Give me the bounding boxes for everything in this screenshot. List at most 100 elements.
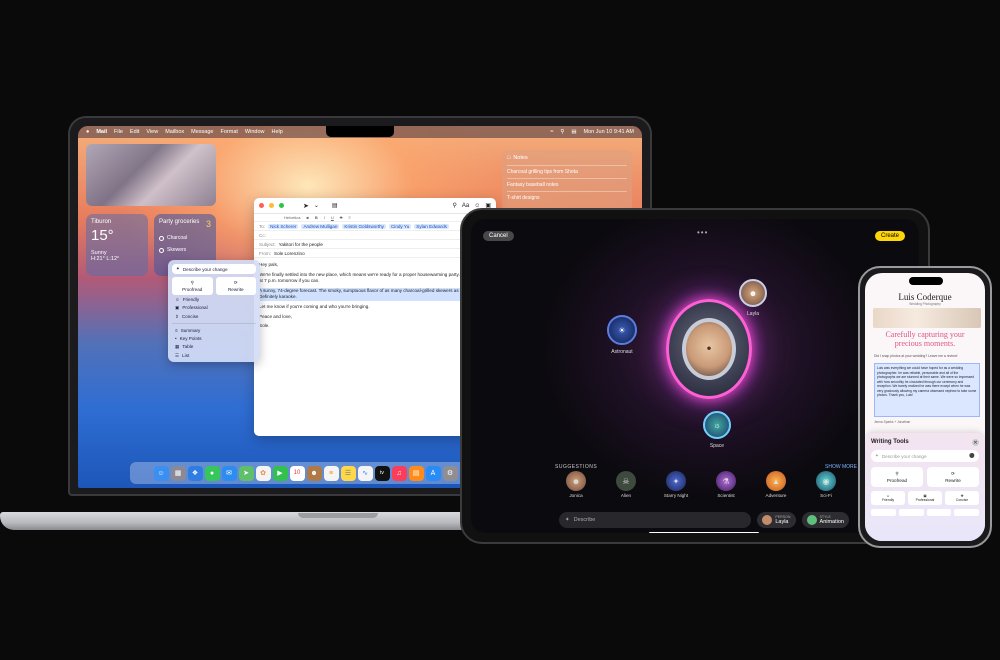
- show-more-link[interactable]: SHOW MORE: [825, 464, 857, 470]
- tone-professional-button[interactable]: ▣ Professional: [908, 491, 942, 505]
- notes-icon[interactable]: ☰: [340, 465, 356, 481]
- create-button[interactable]: Create: [874, 231, 905, 241]
- freeform-icon[interactable]: ∿: [357, 465, 373, 481]
- menu-help[interactable]: Help: [271, 129, 282, 135]
- proofread-button[interactable]: ⚲ Proofread: [172, 277, 213, 295]
- recipient-chip[interactable]: Andrew Mulligan: [301, 223, 340, 229]
- books-icon[interactable]: ▤: [408, 465, 424, 481]
- underline-button[interactable]: U: [331, 215, 334, 220]
- rewrite-button[interactable]: ⟳ Rewrite: [927, 467, 979, 487]
- strike-button[interactable]: S: [340, 215, 343, 220]
- format-key-points[interactable]: • Key Points: [172, 334, 256, 342]
- menu-file[interactable]: File: [114, 129, 123, 135]
- recipient-chip[interactable]: Nick Scherer: [268, 223, 299, 229]
- tone-professional[interactable]: ▣ Professional: [172, 303, 256, 312]
- menu-view[interactable]: View: [146, 129, 158, 135]
- apple-icon[interactable]: ●: [86, 129, 89, 135]
- format-summary[interactable]: ≡ Summary: [172, 326, 256, 334]
- maps-icon[interactable]: ➤: [238, 465, 254, 481]
- messages-icon[interactable]: ●: [204, 465, 220, 481]
- menu-mailbox[interactable]: Mailbox: [165, 129, 184, 135]
- tone-concise[interactable]: ⇕ Concise: [172, 312, 256, 321]
- close-button[interactable]: [259, 203, 264, 208]
- recipient-chip[interactable]: Kristin Goldsworthy: [342, 223, 386, 229]
- cancel-button[interactable]: Cancel: [483, 231, 514, 241]
- checkbox-icon[interactable]: [159, 235, 164, 241]
- facetime-icon[interactable]: ▶: [272, 465, 288, 481]
- menu-mail[interactable]: Mail: [96, 129, 107, 135]
- calendar-icon[interactable]: 10: [289, 465, 305, 481]
- suggestion-item[interactable]: ☻ Jonica: [561, 471, 591, 498]
- settings-icon[interactable]: ⚙: [442, 465, 458, 481]
- tone-friendly-button[interactable]: ☺ Friendly: [871, 491, 905, 505]
- appstore-icon[interactable]: A: [425, 465, 441, 481]
- search-icon[interactable]: ⚲: [560, 129, 564, 135]
- notes-widget[interactable]: □ Notes Charcoal grilling tips from Shota…: [502, 150, 632, 212]
- align-icon[interactable]: ≡: [348, 215, 350, 220]
- launchpad-icon[interactable]: ▦: [170, 465, 186, 481]
- italic-button[interactable]: I: [324, 215, 325, 220]
- reviewer-name[interactable]: Jenna Sparks + Jonathan: [874, 420, 910, 424]
- suggestion-item[interactable]: ▲ Adventure: [761, 471, 791, 498]
- tv-icon[interactable]: tv: [374, 465, 390, 481]
- format-list[interactable]: ☰ List: [172, 351, 256, 360]
- chevron-down-icon[interactable]: ⌄: [314, 202, 319, 209]
- suggestion-item[interactable]: ☠ Alien: [611, 471, 641, 498]
- space-bubble[interactable]: ☼: [703, 411, 731, 439]
- describe-change-input[interactable]: ✦ Describe your change ⚫: [871, 450, 979, 462]
- format-button[interactable]: [954, 509, 979, 516]
- photos-icon[interactable]: ✿: [255, 465, 271, 481]
- suggestion-item[interactable]: ✦ Starry Night: [661, 471, 691, 498]
- subject-value[interactable]: Yakitori for the people: [279, 242, 323, 247]
- describe-input[interactable]: ✦ Describe: [559, 512, 752, 528]
- astronaut-concept-bubble[interactable]: ☀: [607, 315, 637, 345]
- checkbox-icon[interactable]: [159, 247, 164, 253]
- suggestion-item[interactable]: ⚗ Scientist: [711, 471, 741, 498]
- safari-icon[interactable]: ❖: [187, 465, 203, 481]
- bold-button[interactable]: B: [315, 215, 318, 220]
- minimize-button[interactable]: [269, 203, 274, 208]
- reminder-item[interactable]: Skewers: [159, 247, 211, 253]
- microphone-icon[interactable]: ⚫: [969, 453, 975, 459]
- close-icon[interactable]: ✕: [972, 439, 979, 446]
- menubar-clock[interactable]: Mon Jun 10 9:41 AM: [584, 129, 634, 135]
- contacts-icon[interactable]: ☻: [306, 465, 322, 481]
- describe-change-input[interactable]: ✦ Describe your change: [172, 264, 256, 274]
- menu-format[interactable]: Format: [221, 129, 238, 135]
- style-pill[interactable]: STYLE Animation: [801, 512, 849, 528]
- header-fields-icon[interactable]: ▤: [332, 202, 338, 209]
- format-table[interactable]: ▦ Table: [172, 342, 256, 351]
- zoom-button[interactable]: [279, 203, 284, 208]
- menu-window[interactable]: Window: [245, 129, 265, 135]
- photo-widget[interactable]: [86, 144, 216, 206]
- weather-widget[interactable]: Tiburon 15° Sunny H:21° L:12°: [86, 214, 148, 276]
- format-button[interactable]: [926, 509, 952, 516]
- note-item[interactable]: T-shirt designs: [507, 191, 627, 204]
- menu-message[interactable]: Message: [191, 129, 213, 135]
- tone-concise-button[interactable]: ✥ Concise: [945, 491, 979, 505]
- note-item[interactable]: Fantasy baseball notes: [507, 178, 627, 191]
- recipient-chip[interactable]: Cindy Yu: [388, 223, 412, 229]
- finder-icon[interactable]: ☺: [153, 465, 169, 481]
- suggestion-item[interactable]: ◉ Sci-Fi: [811, 471, 841, 498]
- proofread-button[interactable]: ⚲ Proofread: [871, 467, 923, 487]
- home-indicator[interactable]: [649, 532, 759, 533]
- format-button[interactable]: [871, 509, 896, 516]
- reminder-item[interactable]: Charcoal: [159, 235, 211, 241]
- music-icon[interactable]: ♫: [391, 465, 407, 481]
- mail-icon[interactable]: ✉: [221, 465, 237, 481]
- send-icon[interactable]: ➤: [303, 202, 309, 210]
- format-button[interactable]: [898, 509, 924, 516]
- font-select[interactable]: Helvetica: [284, 215, 300, 220]
- reminders-icon[interactable]: ≡: [323, 465, 339, 481]
- review-textarea[interactable]: Luis was everything we could have hoped …: [874, 363, 980, 417]
- menu-edit[interactable]: Edit: [130, 129, 139, 135]
- rewrite-button[interactable]: ⟳ Rewrite: [215, 277, 256, 295]
- from-value[interactable]: Sole Lorenzino: [274, 251, 305, 256]
- tone-friendly[interactable]: ☺ Friendly: [172, 295, 256, 303]
- person-bubble[interactable]: ☻: [739, 279, 767, 307]
- font-icon[interactable]: Aa: [462, 203, 469, 209]
- note-item[interactable]: Charcoal grilling tips from Shota: [507, 165, 627, 178]
- color-swatch-icon[interactable]: ■: [306, 215, 308, 220]
- wifi-icon[interactable]: ≈: [550, 129, 553, 135]
